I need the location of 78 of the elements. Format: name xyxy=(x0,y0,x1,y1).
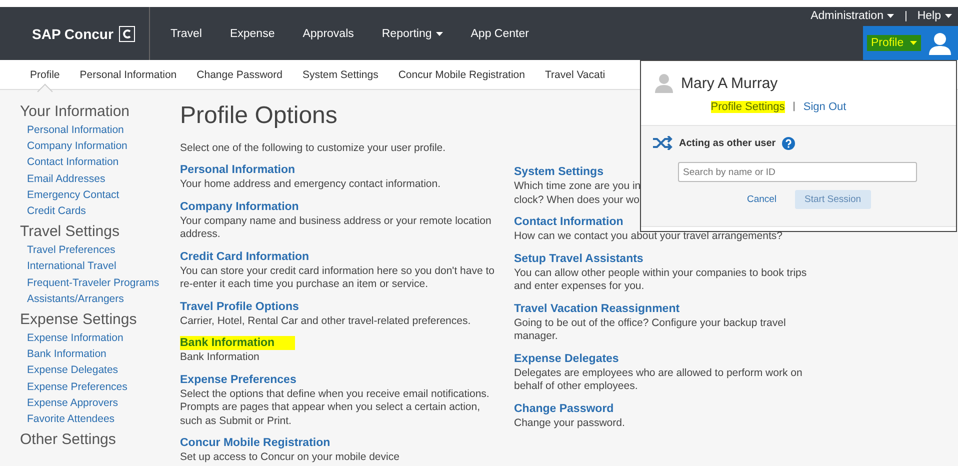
caret-icon xyxy=(945,14,952,18)
sidebar-link[interactable]: Contact Information xyxy=(20,154,170,171)
sidebar-link[interactable]: Personal Information xyxy=(20,122,170,138)
option-link[interactable]: Personal Information xyxy=(180,163,296,177)
nav-item[interactable]: Expense xyxy=(216,28,289,40)
sidebar-link[interactable]: Credit Cards xyxy=(20,203,170,220)
sidebar-link[interactable]: Email Addresses xyxy=(20,170,170,187)
option-description: Carrier, Hotel, Rental Car and other travel-related preferences. xyxy=(180,314,471,328)
menu-link[interactable]: Help xyxy=(917,10,952,22)
sidebar-link[interactable]: Company Information xyxy=(20,138,170,154)
intro-text: Select one of the following to customize your user profile. xyxy=(180,142,447,154)
section-heading: Expense Settings xyxy=(20,311,138,328)
option-link[interactable]: Expense Preferences xyxy=(180,372,296,386)
search-field[interactable]: Search by name or ID xyxy=(678,162,917,182)
sidebar-link[interactable]: Expense Approvers xyxy=(20,394,170,412)
section-title: Acting as other user xyxy=(679,138,776,148)
tab[interactable]: System Settings xyxy=(292,60,388,90)
sidebar-link[interactable]: Frequent-Traveler Programs xyxy=(20,274,170,291)
caret-icon xyxy=(910,41,917,45)
option-link[interactable]: Credit Card Information xyxy=(180,250,310,264)
menu-link[interactable]: Sign Out xyxy=(803,101,846,113)
tab[interactable]: Concur Mobile Registration xyxy=(388,60,535,90)
page-title: Profile Options xyxy=(180,102,338,130)
caret-icon xyxy=(887,14,894,18)
avatar-icon[interactable] xyxy=(928,31,952,55)
profile-menu-button[interactable]: Profile xyxy=(867,35,921,51)
option-link[interactable]: Bank Information xyxy=(180,336,295,350)
separator-text: | xyxy=(792,101,796,113)
tab[interactable]: Travel Vacati xyxy=(535,60,616,90)
option-description: Bank Information xyxy=(180,351,260,364)
option-link[interactable]: Company Information xyxy=(180,200,299,214)
nav-item[interactable]: App Center xyxy=(456,28,543,40)
option-link[interactable]: Concur Mobile Registration xyxy=(180,436,330,450)
separator-text: | xyxy=(904,10,908,22)
option-description: Change your password. xyxy=(514,416,625,430)
sidebar-link[interactable]: International Travel xyxy=(20,258,170,275)
tab[interactable]: Personal Information xyxy=(70,60,187,90)
nav-item[interactable]: Approvals xyxy=(288,28,368,40)
option-link[interactable]: System Settings xyxy=(514,165,604,179)
option-description: Your home address and emergency contact information. xyxy=(180,178,441,192)
section-heading: Travel Settings xyxy=(20,223,120,240)
menu-link[interactable]: Profile Settings xyxy=(710,101,785,113)
option-description: How can we contact you about your travel arrangements? xyxy=(514,230,782,244)
help-icon[interactable] xyxy=(782,136,795,150)
logo-text: SAP Concur xyxy=(32,26,114,42)
option-link[interactable]: Change Password xyxy=(514,402,614,416)
option-description: You can allow other people within your companies to book trips and enter expenses for you. xyxy=(514,266,808,294)
option-description: Delegates are employees who are allowed to perform work on behalf of other employees. xyxy=(514,366,804,394)
option-link[interactable]: Contact Information xyxy=(514,215,624,229)
option-description: You can store your credit card information here so you don't have to re-enter it each time you purchase an item or service. xyxy=(180,264,496,292)
sidebar-link[interactable]: Bank Information xyxy=(20,346,170,362)
sidebar-link[interactable]: Assistants/Arrangers xyxy=(20,290,170,308)
sidebar-link[interactable]: Travel Preferences xyxy=(20,242,170,258)
sidebar-link[interactable]: Expense Information xyxy=(20,330,170,346)
option-description: Your company name and business address or your remote location address. xyxy=(180,214,492,242)
sidebar-link[interactable]: Emergency Contact xyxy=(20,186,170,204)
sidebar-link[interactable]: Expense Preferences xyxy=(20,378,170,395)
option-description: Going to be out of the office? Configure your backup travel manager. xyxy=(514,316,787,344)
section-heading: Your Information xyxy=(20,103,131,120)
option-description: Select the options that define when you receive email notifications. Prompts are pages that appear when you select a certain action, such as Submit or Print. xyxy=(180,388,490,428)
option-link[interactable]: Expense Delegates xyxy=(514,352,619,366)
option-link[interactable]: Travel Profile Options xyxy=(180,300,299,314)
person-icon xyxy=(655,73,673,93)
user-name: Mary A Murray xyxy=(681,74,778,92)
option-link[interactable]: Travel Vacation Reassignment xyxy=(514,302,680,316)
shuffle-icon xyxy=(653,136,673,150)
sidebar-link[interactable]: Favorite Attendees xyxy=(20,411,170,428)
cancel-button[interactable]: Cancel xyxy=(740,190,783,209)
logo-icon xyxy=(119,26,136,42)
option-description: Set up access to Concur on your mobile device xyxy=(180,451,400,464)
nav-item[interactable]: Travel xyxy=(156,28,216,40)
section-heading: Other Settings xyxy=(20,431,117,448)
sidebar-link[interactable]: Expense Delegates xyxy=(20,362,170,379)
option-link[interactable]: Setup Travel Assistants xyxy=(514,252,644,266)
tab[interactable]: Change Password xyxy=(186,60,292,90)
nav-item[interactable]: Reporting xyxy=(368,28,457,40)
menu-link[interactable]: Administration xyxy=(810,10,894,22)
option-description: Which time zone are you in clock? When does your wo xyxy=(514,180,641,207)
